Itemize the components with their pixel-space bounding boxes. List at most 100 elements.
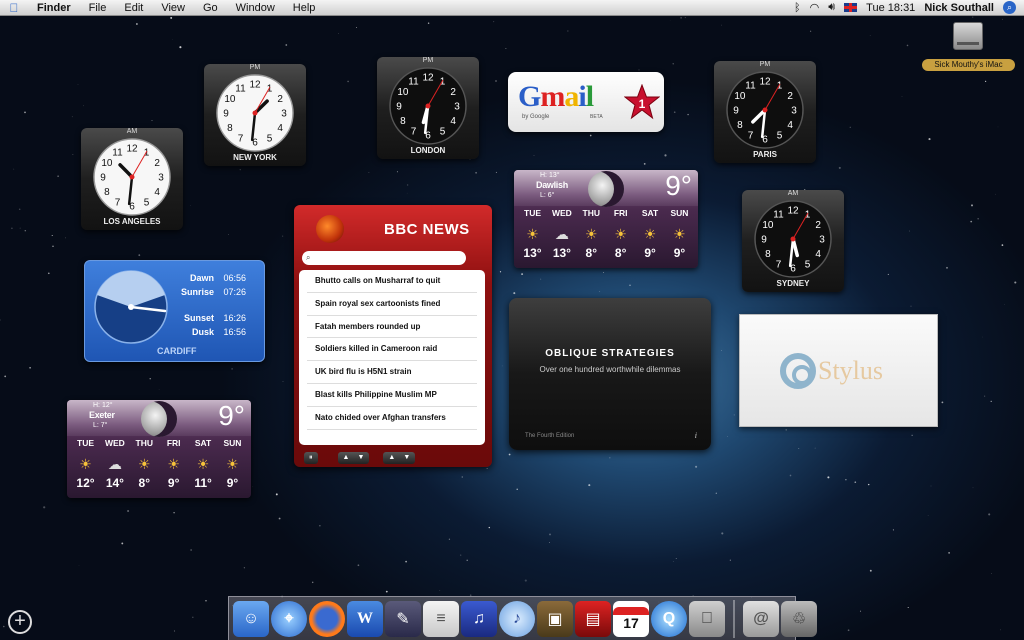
- svg-text:5: 5: [805, 260, 811, 271]
- menu-user[interactable]: Nick Southall: [924, 2, 994, 14]
- headline-item[interactable]: UK bird flu is H5N1 strain: [307, 361, 477, 384]
- weather-dawlish[interactable]: H: 13° Dawlish L: 6° 9° TUE WED THU FRI …: [514, 170, 698, 268]
- scroll-down-icon[interactable]: ▼: [357, 452, 364, 464]
- clock-city: SYDNEY: [776, 279, 810, 288]
- preview-icon[interactable]: ▣: [537, 600, 573, 637]
- svg-text:3: 3: [281, 109, 287, 120]
- menu-finder[interactable]: Finder: [28, 2, 80, 14]
- unread-star-icon[interactable]: 1: [624, 84, 660, 120]
- sunrise-label: Sunrise: [180, 287, 214, 297]
- svg-text:12: 12: [422, 73, 434, 84]
- menu-go[interactable]: Go: [194, 2, 227, 14]
- info-button[interactable]: i: [695, 431, 697, 440]
- clock-paris[interactable]: PM 1 2 3 4 5 6 7 8 9 10 11 12 PARIS: [714, 61, 816, 163]
- svg-text:7: 7: [115, 198, 121, 209]
- partly-sunny-icon: ☀: [526, 226, 539, 242]
- clock-ampm: PM: [422, 57, 434, 64]
- hard-drive-label[interactable]: Sick Mouthy's iMac: [922, 59, 1015, 71]
- clock-face-dark: 1234567891011 12: [389, 67, 467, 145]
- weather-high: H: 13°: [540, 172, 560, 179]
- scroll-down-icon[interactable]: ▼: [403, 452, 410, 464]
- pause-button[interactable]: ⏸︎: [304, 452, 318, 464]
- clock-sydney[interactable]: AM 1 2 3 4 5 6 7 8 9 10 11 12 SYDNEY: [742, 190, 844, 292]
- oblique-subtitle: Over one hundred worthwhile dilemmas: [539, 365, 681, 374]
- pen-icon[interactable]: ✎: [385, 600, 421, 637]
- volume-icon[interactable]: 🔊︎: [828, 1, 835, 14]
- finder-icon[interactable]: ☺: [233, 600, 269, 637]
- headline-item[interactable]: Bhutto calls on Musharraf to quit: [307, 270, 477, 293]
- svg-text:4: 4: [815, 249, 821, 260]
- add-widget-icon[interactable]: +: [8, 610, 32, 634]
- menu-edit[interactable]: Edit: [115, 2, 152, 14]
- svg-text:2: 2: [787, 91, 793, 102]
- forecast-temp: 9°: [673, 246, 686, 260]
- headline-item[interactable]: Soldiers killed in Cameroon raid: [307, 338, 477, 362]
- menu-help[interactable]: Help: [284, 2, 325, 14]
- headphones-icon[interactable]: ♫: [461, 600, 497, 637]
- sunrise-row: Sunrise 07:26: [181, 287, 246, 297]
- system-preferences-icon[interactable]: : [689, 600, 725, 637]
- safari-icon[interactable]: ⌖: [271, 600, 307, 637]
- word-icon[interactable]: W: [347, 600, 383, 637]
- svg-text:12: 12: [759, 77, 771, 88]
- svg-text:7: 7: [411, 127, 417, 138]
- weather-exeter[interactable]: H: 12° Exeter L: 7° 9° TUE WED THU FRI S…: [67, 400, 251, 498]
- spotlight-icon[interactable]: ⌕: [1003, 1, 1016, 14]
- bbc-search-input[interactable]: ⌕: [302, 251, 466, 265]
- wifi-icon[interactable]: ◠: [810, 1, 820, 14]
- bluetooth-icon[interactable]: ᛒ: [794, 2, 801, 14]
- forecast-day: THU: [582, 208, 601, 218]
- quicktime-icon[interactable]: Q: [651, 600, 687, 637]
- oblique-strategies-widget[interactable]: OBLIQUE STRATEGIES Over one hundred wort…: [509, 298, 711, 450]
- menu-window[interactable]: Window: [227, 2, 284, 14]
- clock-los-angeles[interactable]: AM 1 2 3 4 5 6 7 8 9 10 11 12 LOS ANGELES: [81, 128, 183, 230]
- scroll-bottom-buttons[interactable]: ▲ ▼: [337, 452, 370, 464]
- mail-icon[interactable]: @: [743, 600, 779, 637]
- weather-current-temp: 9°: [218, 400, 245, 431]
- clock-ampm: AM: [126, 128, 138, 135]
- forecast-day: THU: [135, 438, 154, 448]
- forecast-temp: 9°: [226, 476, 239, 490]
- headline-item[interactable]: Nato chided over Afghan transfers: [307, 407, 477, 430]
- itunes-icon[interactable]: ♪: [499, 600, 535, 637]
- svg-text:1: 1: [267, 83, 273, 94]
- svg-text:9: 9: [396, 102, 402, 113]
- svg-text:5: 5: [440, 127, 446, 138]
- svg-text:3: 3: [791, 106, 797, 117]
- firefox-icon[interactable]: [309, 600, 345, 637]
- bbc-news-widget[interactable]: BBC NEWS ⌕ Bhutto calls on Musharraf to …: [294, 205, 492, 467]
- menu-view[interactable]: View: [152, 2, 194, 14]
- headline-item[interactable]: Spain royal sex cartoonists fined: [307, 293, 477, 316]
- svg-text:1: 1: [805, 209, 811, 220]
- stylus-widget[interactable]: Stylus: [739, 314, 938, 427]
- svg-text:11: 11: [408, 76, 419, 87]
- hard-drive-icon[interactable]: [953, 22, 983, 50]
- forecast-day: SUN: [670, 208, 689, 218]
- apple-menu-icon[interactable]: : [0, 1, 28, 15]
- clock-city: NEW YORK: [233, 153, 277, 162]
- svg-text:10: 10: [762, 220, 774, 231]
- sunrise-sunset-widget[interactable]: Dawn 06:56 Sunrise 07:26 Sunset 16:26 Dusk 1…: [84, 260, 265, 362]
- svg-text:4: 4: [154, 187, 160, 198]
- calendar-icon[interactable]: 17: [613, 600, 649, 637]
- photo-booth-icon[interactable]: ▤: [575, 600, 611, 637]
- headline-list[interactable]: Bhutto calls on Musharraf to quit Spain …: [299, 270, 485, 445]
- textedit-icon[interactable]: ≡: [423, 600, 459, 637]
- svg-text:7: 7: [776, 260, 782, 271]
- clock-new-york[interactable]: PM 1 2 3 4 5 6 7 8 9 10 11 12 NEW YORK: [204, 64, 306, 166]
- scroll-up-icon[interactable]: ▲: [343, 452, 350, 464]
- oblique-title: OBLIQUE STRATEGIES: [545, 348, 675, 359]
- scroll-top-buttons[interactable]: ▲ ▼: [383, 452, 416, 464]
- stylus-logo-icon: [780, 353, 816, 389]
- gmail-widget[interactable]: Gmail by Google BETA 1: [508, 72, 664, 132]
- menu-clock[interactable]: Tue 18:31: [866, 2, 915, 14]
- uk-flag-icon[interactable]: [844, 3, 858, 12]
- trash-icon[interactable]: ♲: [781, 600, 817, 637]
- scroll-up-icon[interactable]: ▲: [388, 452, 395, 464]
- headline-item[interactable]: Fatah members rounded up: [307, 316, 477, 339]
- dusk-row: Dusk 16:56: [192, 327, 246, 337]
- headline-item[interactable]: Blast kills Philippine Muslim MP: [307, 384, 477, 407]
- forecast-temp: 9°: [167, 476, 180, 490]
- menu-file[interactable]: File: [80, 2, 116, 14]
- clock-london[interactable]: PM 1 2 3 4 5 6 7 8 9 10 11 12 LONDON: [377, 57, 479, 159]
